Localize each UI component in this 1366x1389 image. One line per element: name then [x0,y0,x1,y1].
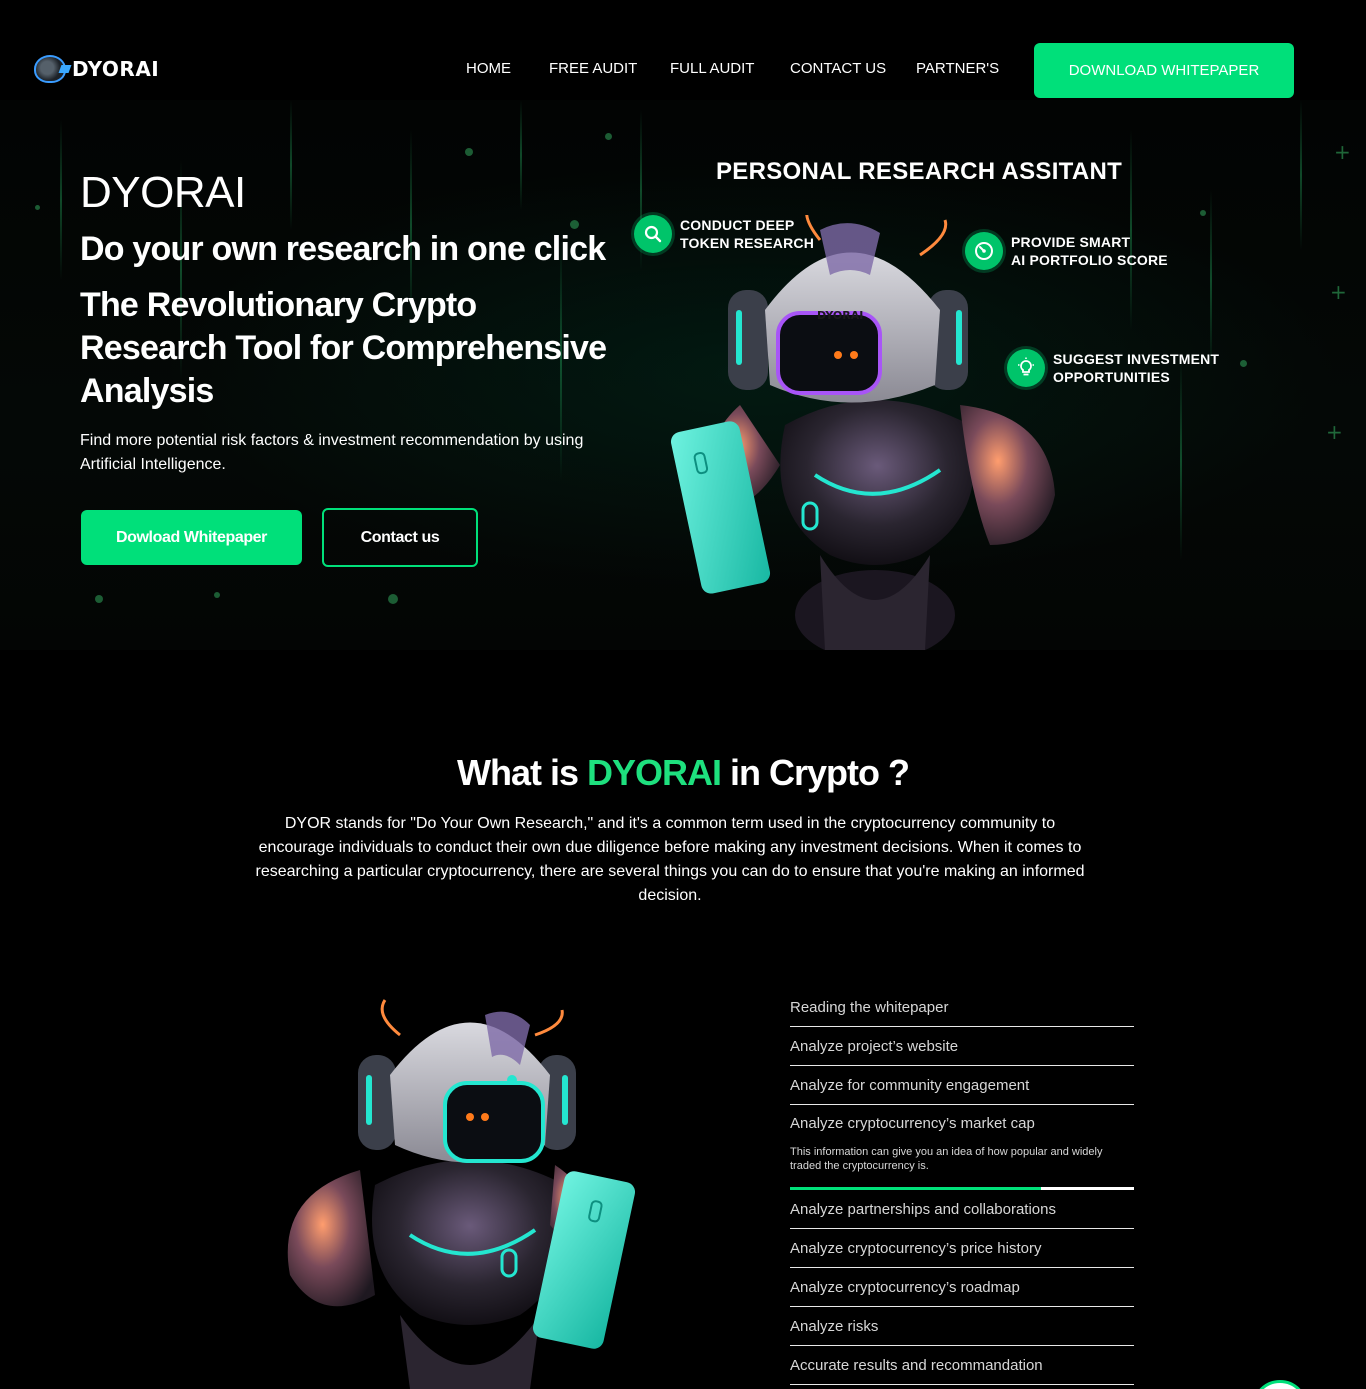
list-item-price-history[interactable]: Analyze cryptocurrency’s price history [790,1229,1134,1268]
robot-logo-icon [34,55,66,83]
list-item-detail: This information can give you an idea of… [790,1146,1103,1172]
hero-headline: The Revolutionary Crypto Research Tool f… [80,286,607,410]
list-item-label: Analyze project’s website [790,1037,959,1055]
list-item-label: Analyze for community engagement [790,1076,1030,1094]
assistant-title: PERSONAL RESEARCH ASSITANT [716,158,1123,185]
list-item-whitepaper[interactable]: Reading the whitepaper [790,988,1134,1027]
list-item-website[interactable]: Analyze project’s website [790,1027,1134,1066]
list-item-label: Analyze cryptocurrency’s price history [790,1239,1042,1257]
robot-illustration-secondary [280,995,640,1389]
download-whitepaper-hero-button[interactable]: Dowload Whitepaper [81,510,302,565]
list-item-label: Analyze partnerships and collaborations [790,1200,1056,1218]
about-title: What is DYORAI in Crypto ? [0,752,1366,794]
hero-title: DYORAI [80,168,246,217]
research-checklist: Reading the whitepaper Analyze project’s… [790,988,1134,1385]
hero-description: Find more potential risk factors & inves… [80,432,584,473]
nav-link-contact-us[interactable]: CONTACT US [790,60,886,77]
search-icon [634,215,672,253]
robot-illustration: DYORAI [670,203,1070,660]
list-item-market-cap[interactable]: Analyze cryptocurrency’s market cap This… [790,1105,1134,1190]
contact-us-button[interactable]: Contact us [322,508,478,567]
about-title-prefix: What is [456,752,587,793]
chat-widget-button[interactable] [1252,1380,1308,1389]
progress-fill [790,1187,1042,1190]
list-item-label: Analyze cryptocurrency’s roadmap [790,1278,1020,1296]
nav-link-full-audit[interactable]: FULL AUDIT [670,60,754,77]
brand-name: DYORAI [72,57,160,81]
about-description: DYOR stands for "Do Your Own Research," … [255,815,1085,904]
nav-link-home[interactable]: HOME [466,60,511,77]
list-item-risks[interactable]: Analyze risks [790,1307,1134,1346]
brand-logo[interactable]: DYORAI [34,55,159,83]
list-item-results[interactable]: Accurate results and recommandation [790,1346,1134,1385]
about-title-accent: DYORAI [587,752,722,793]
progress-bar [790,1187,1134,1190]
download-whitepaper-button[interactable]: DOWNLOAD WHITEPAPER [1034,43,1294,98]
hero-subtitle: Do your own research in one click [80,230,606,268]
feature-label: SUGGEST INVESTMENT OPPORTUNITIES [1053,351,1220,385]
list-item-partnerships[interactable]: Analyze partnerships and collaborations [790,1190,1134,1229]
list-item-label: Reading the whitepaper [790,998,949,1016]
list-item-label: Accurate results and recommandation [790,1356,1043,1374]
list-item-community[interactable]: Analyze for community engagement [790,1066,1134,1105]
list-item-roadmap[interactable]: Analyze cryptocurrency’s roadmap [790,1268,1134,1307]
robot-label: DYORAI [817,309,863,322]
nav-link-free-audit[interactable]: FREE AUDIT [549,60,637,77]
about-title-suffix: in Crypto ? [721,752,910,793]
list-item-label: Analyze risks [790,1317,879,1335]
nav-link-partners[interactable]: PARTNER'S [916,60,999,77]
list-item-label: Analyze cryptocurrency’s market cap [790,1115,1035,1132]
